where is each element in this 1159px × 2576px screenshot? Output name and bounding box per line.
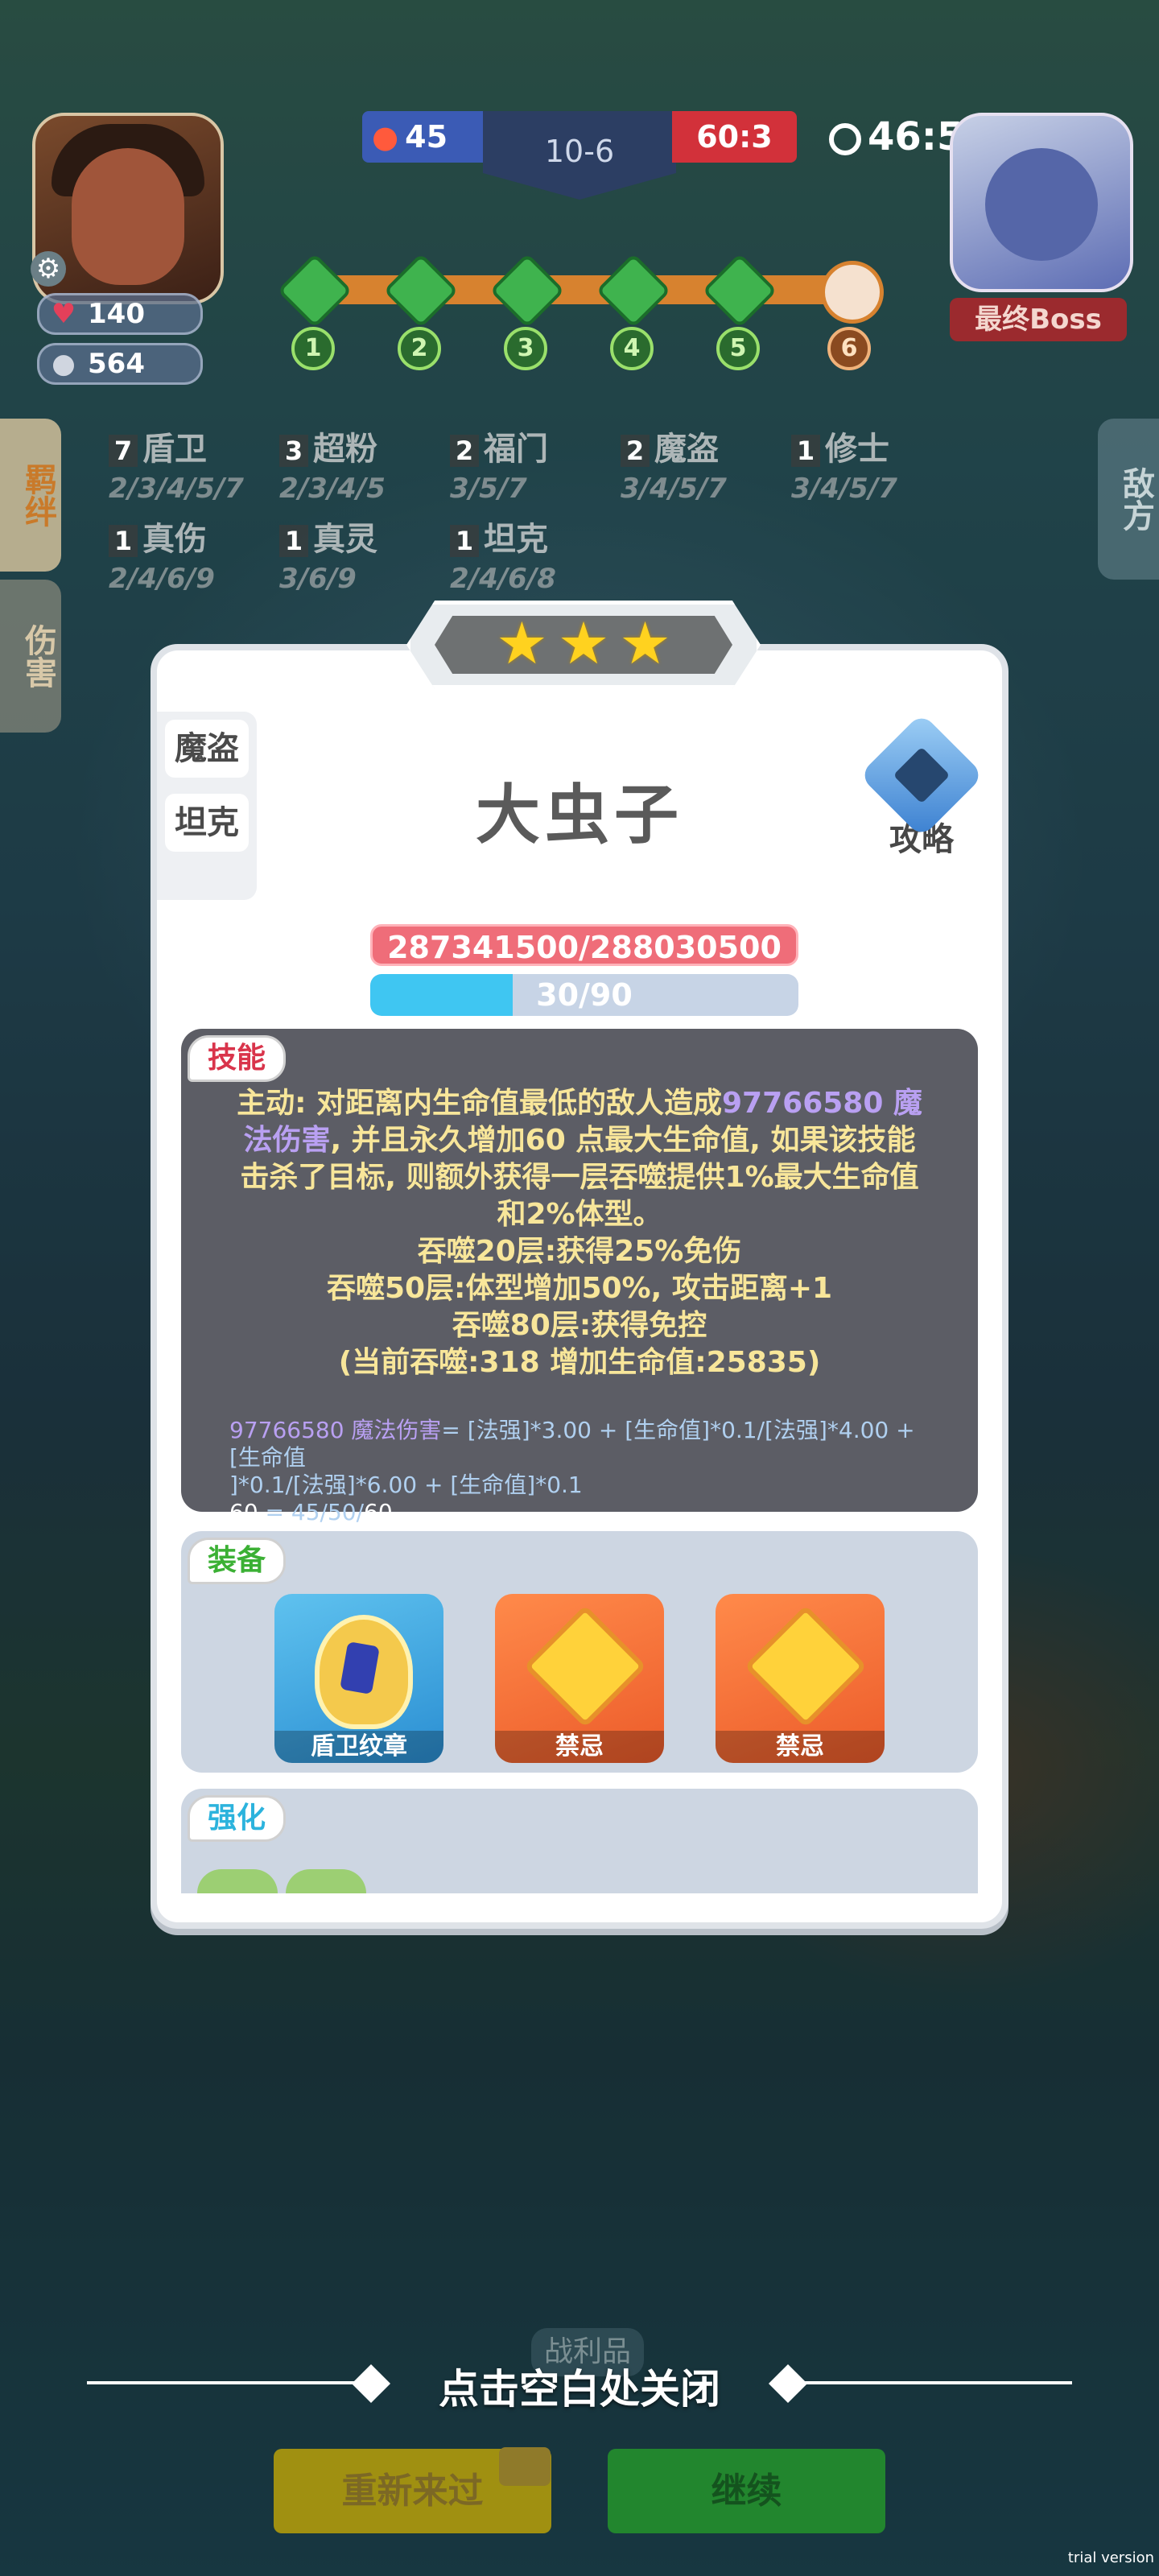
skill-formula: 97766580 魔法伤害= [法强]*3.00 + [生命值]*0.1/[法强… (229, 1417, 915, 1525)
gear-icon[interactable]: ⚙ (31, 251, 66, 287)
shield-emblem-icon (315, 1615, 413, 1729)
synergy-item[interactable]: 1 坦克 2/4/6/8 (450, 513, 556, 595)
close-hint[interactable]: 点击空白处关闭 (0, 2351, 1159, 2415)
boss-avatar[interactable] (950, 113, 1133, 292)
equipment-tag: 装备 (188, 1538, 287, 1584)
enhance-chip[interactable] (197, 1869, 278, 1893)
equipment-panel: 装备 盾卫纹章 禁忌 禁忌 (181, 1531, 978, 1773)
stage-number: 2 (398, 327, 441, 370)
stage-number: 6 (827, 327, 871, 370)
avatar-face (72, 148, 184, 285)
synergy-item[interactable]: 2 魔盗 3/4/5/7 (621, 423, 727, 505)
score-bar: ● 45 10-6 60:3 (362, 111, 797, 200)
stage-node-icon[interactable] (489, 253, 565, 328)
forbidden-crystal-icon (744, 1604, 868, 1728)
heart-icon: ♥ (51, 298, 76, 330)
enemy-score: 60:3 (672, 111, 797, 163)
star-icon: ★ (496, 609, 548, 677)
hp-bar: 287341500/288030500 (370, 924, 798, 966)
boss-label: 最终Boss (950, 298, 1127, 341)
star-rating: ★ ★ ★ (406, 601, 761, 689)
tab-enemy[interactable]: 敌方 (1098, 419, 1159, 580)
stage-number: 5 (716, 327, 760, 370)
enhance-tag: 强化 (188, 1795, 287, 1842)
stage-node-icon[interactable] (702, 253, 777, 328)
hearts-stat: ♥ 140 (37, 293, 203, 335)
tab-damage[interactable]: 伤害 (0, 580, 61, 733)
flame-icon: ● (372, 119, 399, 155)
tab-bond[interactable]: 羁绊 (0, 419, 61, 572)
synergy-item[interactable]: 2 福门 3/5/7 (450, 423, 548, 505)
star-icon: ★ (557, 609, 610, 677)
enhance-chip[interactable] (286, 1869, 366, 1893)
stage-node-icon[interactable] (277, 253, 353, 328)
star-icon: ★ (619, 609, 671, 677)
watermark: trial version (1067, 2549, 1154, 2566)
unit-detail-modal: 魔盗 坦克 大虫子 攻略 287341500/288030500 30/90 技… (151, 644, 1008, 1929)
coin-icon: ● (52, 348, 76, 380)
coins-stat: ● 564 (37, 343, 203, 385)
round-timer: 46:5 (829, 114, 963, 159)
guide-button[interactable]: 攻略 (859, 712, 984, 868)
boss-face (985, 148, 1098, 261)
stage-number: 4 (610, 327, 654, 370)
stage-number: 3 (504, 327, 547, 370)
stage-number: 1 (291, 327, 335, 370)
continue-button[interactable]: 继续 (608, 2449, 885, 2533)
mana-text: 30/90 (536, 977, 633, 1013)
skill-description: 主动: 对距离内生命值最低的敌人造成97766580 魔 法伤害, 并且永久增加… (237, 1087, 922, 1379)
equipment-slot[interactable]: 盾卫纹章 (274, 1594, 443, 1763)
stage-node-icon[interactable] (383, 253, 459, 328)
stage-track (298, 275, 861, 304)
enhance-panel: 强化 (181, 1789, 978, 1893)
synergy-item[interactable]: 1 真灵 3/6/9 (279, 513, 377, 595)
skill-panel: 技能 主动: 对距离内生命值最低的敌人造成97766580 魔 法伤害, 并且永… (181, 1029, 978, 1525)
mana-bar: 30/90 (370, 974, 798, 1016)
player-score: ● 45 (362, 111, 491, 163)
forbidden-crystal-icon (523, 1604, 647, 1728)
video-icon (499, 2447, 551, 2486)
synergy-item[interactable]: 3 超粉 2/3/4/5 (279, 423, 386, 505)
synergy-item[interactable]: 1 修士 3/4/5/7 (791, 423, 897, 505)
equipment-slot[interactable]: 禁忌 (716, 1594, 885, 1763)
boss-stage-icon[interactable] (816, 256, 884, 324)
stage-node-icon[interactable] (596, 253, 671, 328)
clock-icon (829, 123, 861, 155)
synergy-item[interactable]: 7 盾卫 2/3/4/5/7 (109, 423, 244, 505)
synergy-item[interactable]: 1 真伤 2/4/6/9 (109, 513, 215, 595)
skill-tag: 技能 (188, 1035, 287, 1082)
equipment-slot[interactable]: 禁忌 (495, 1594, 664, 1763)
